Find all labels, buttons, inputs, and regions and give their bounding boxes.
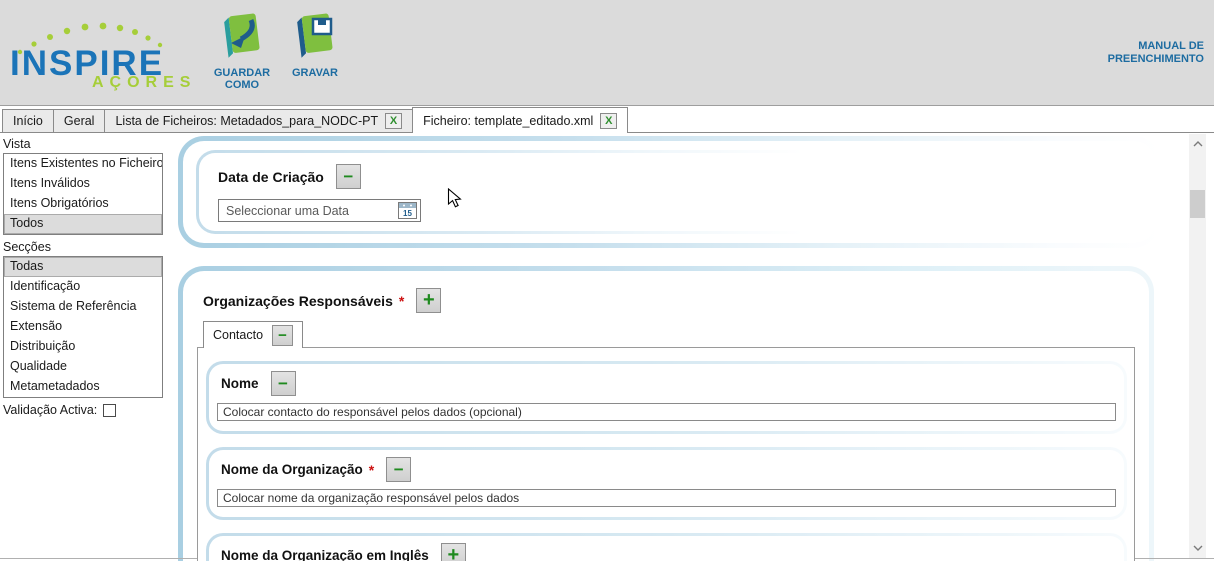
seccoes-item[interactable]: Metametadados: [4, 377, 162, 397]
tab-bar: Início Geral Lista de Ficheiros: Metadad…: [0, 107, 1214, 133]
nome-input[interactable]: Colocar contacto do responsável pelos da…: [217, 403, 1116, 421]
nome-remove-button[interactable]: −: [271, 371, 296, 396]
vista-listbox: Itens Existentes no Ficheiro Itens Invál…: [3, 153, 163, 235]
field-title-data-criacao: Data de Criação: [218, 169, 324, 185]
guardar-como-label: GUARDAR COMO: [205, 67, 279, 91]
date-placeholder: Seleccionar uma Data: [226, 204, 349, 218]
required-marker: *: [399, 293, 404, 309]
sidebar: Vista Itens Existentes no Ficheiro Itens…: [0, 133, 172, 561]
field-nome-organizacao-box: Nome da Organização * − Colocar nome da …: [206, 447, 1127, 520]
seccoes-item[interactable]: Distribuição: [4, 337, 162, 357]
field-title-nome-organizacao: Nome da Organização: [221, 462, 363, 477]
vista-item[interactable]: Itens Existentes no Ficheiro: [4, 154, 162, 174]
validation-label: Validação Activa:: [3, 403, 97, 417]
mouse-cursor: [447, 188, 463, 214]
application-window: INSPIRE AÇORES GUARDAR COMO: [0, 0, 1214, 561]
logo-region: AÇORES: [92, 74, 196, 92]
field-data-criacao-box: Data de Criação − Seleccionar uma Data: [196, 150, 902, 234]
tab-inicio[interactable]: Início: [2, 109, 54, 132]
data-criacao-remove-button[interactable]: −: [336, 164, 361, 189]
save-book-floppy-icon: [292, 12, 338, 65]
nome-organizacao-input[interactable]: Colocar nome da organização responsável …: [217, 489, 1116, 507]
contacto-panel: Nome − Colocar contacto do responsável p…: [197, 347, 1135, 561]
tab-close-button[interactable]: X: [600, 113, 617, 129]
vista-label: Vista: [3, 137, 172, 151]
seccoes-item[interactable]: Identificação: [4, 277, 162, 297]
section-title-organizacoes: Organizações Responsáveis: [203, 293, 393, 309]
tab-contacto[interactable]: Contacto −: [203, 321, 303, 348]
required-marker: *: [369, 462, 374, 478]
contacto-remove-button[interactable]: −: [272, 325, 293, 346]
gravar-label: GRAVAR: [278, 67, 352, 79]
tab-close-button[interactable]: X: [385, 113, 402, 129]
seccoes-item[interactable]: Sistema de Referência: [4, 297, 162, 317]
contacto-tab-label: Contacto: [213, 328, 263, 342]
content-area: Vista Itens Existentes no Ficheiro Itens…: [0, 133, 1214, 561]
guardar-como-button[interactable]: GUARDAR COMO: [205, 12, 279, 91]
seccoes-listbox: Todas Identificação Sistema de Referênci…: [3, 256, 163, 398]
field-title-nome: Nome: [221, 376, 259, 391]
seccoes-label: Secções: [3, 240, 172, 254]
tab-geral[interactable]: Geral: [53, 109, 106, 132]
seccoes-item[interactable]: Qualidade: [4, 357, 162, 377]
section-data-criacao-inner: Data de Criação − Seleccionar uma Data: [183, 141, 1155, 243]
section-data-criacao-container: Data de Criação − Seleccionar uma Data: [178, 136, 1160, 248]
seccoes-item-selected[interactable]: Todas: [4, 257, 162, 277]
save-as-book-arrow-icon: [219, 12, 265, 65]
section-organizacoes-container: Organizações Responsáveis * + Contacto −…: [178, 266, 1154, 561]
tab-label: Início: [13, 114, 43, 128]
calendar-icon[interactable]: 15: [398, 202, 417, 219]
validation-row: Validação Activa:: [3, 403, 172, 417]
nome-organizacao-remove-button[interactable]: −: [386, 457, 411, 482]
vista-item[interactable]: Itens Inválidos: [4, 174, 162, 194]
tab-label: Geral: [64, 114, 95, 128]
inspire-acores-logo: INSPIRE AÇORES: [10, 8, 225, 100]
field-nome-box: Nome − Colocar contacto do responsável p…: [206, 361, 1127, 434]
scroll-down-icon[interactable]: [1189, 540, 1206, 556]
organizacoes-add-button[interactable]: +: [416, 288, 441, 313]
vista-item[interactable]: Itens Obrigatórios: [4, 194, 162, 214]
app-header: INSPIRE AÇORES GUARDAR COMO: [0, 0, 1214, 106]
manual-preenchimento-link[interactable]: MANUAL DE PREENCHIMENTO: [1092, 40, 1204, 66]
vista-item-selected[interactable]: Todos: [4, 214, 162, 234]
section-organizacoes-inner: Organizações Responsáveis * + Contacto −…: [183, 271, 1149, 561]
field-data-criacao-content: Data de Criação − Seleccionar uma Data: [199, 153, 899, 231]
form-panel: Data de Criação − Seleccionar uma Data: [172, 133, 1214, 561]
field-nome-organizacao-ingles-box: Nome da Organização em Inglês +: [206, 533, 1127, 561]
date-picker-input[interactable]: Seleccionar uma Data 15: [218, 199, 421, 222]
tab-label: Lista de Ficheiros: Metadados_para_NODC-…: [115, 114, 378, 128]
scroll-up-icon[interactable]: [1189, 136, 1206, 152]
seccoes-item[interactable]: Extensão: [4, 317, 162, 337]
svg-text:15: 15: [403, 209, 412, 218]
tab-lista-de-ficheiros[interactable]: Lista de Ficheiros: Metadados_para_NODC-…: [104, 109, 413, 132]
field-title-nome-organizacao-ingles: Nome da Organização em Inglês: [221, 548, 429, 561]
nome-organizacao-ingles-add-button[interactable]: +: [441, 543, 466, 561]
gravar-button[interactable]: GRAVAR: [278, 12, 352, 79]
scrollbar-thumb[interactable]: [1190, 190, 1205, 218]
tab-ficheiro-template-editado[interactable]: Ficheiro: template_editado.xml X: [412, 107, 628, 133]
tab-label: Ficheiro: template_editado.xml: [423, 114, 593, 128]
vertical-scrollbar[interactable]: [1189, 134, 1206, 558]
validation-checkbox[interactable]: [103, 404, 116, 417]
